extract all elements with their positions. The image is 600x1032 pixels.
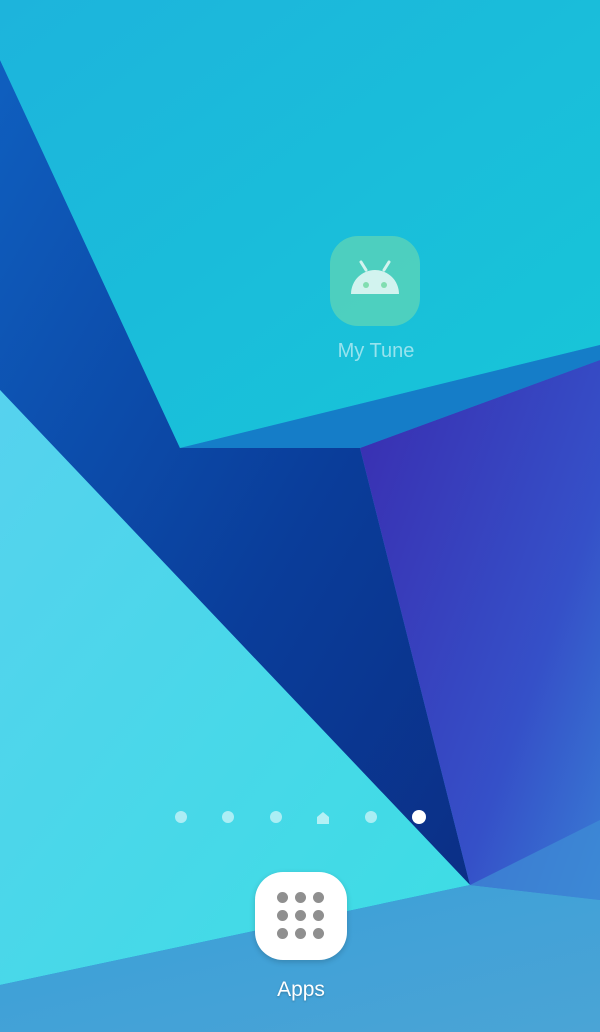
- page-dot-6-active[interactable]: [412, 810, 426, 824]
- page-dot-1[interactable]: [175, 811, 187, 823]
- page-dot-3[interactable]: [270, 811, 282, 823]
- apps-tile: [255, 872, 347, 960]
- home-page-icon[interactable]: [316, 811, 329, 824]
- page-dot-2[interactable]: [222, 811, 234, 823]
- page-indicator: [170, 806, 432, 828]
- apps-label: Apps: [277, 978, 325, 1001]
- page-dot-5[interactable]: [365, 811, 377, 823]
- home-screen: My Tune Apps: [0, 0, 600, 1032]
- app-grid-icon: [277, 892, 325, 940]
- my-tune-label: My Tune: [337, 340, 415, 362]
- android-robot-icon: [351, 260, 399, 294]
- apps-button[interactable]: Apps: [254, 872, 348, 1012]
- my-tune-shortcut[interactable]: My Tune: [324, 232, 428, 368]
- my-tune-tile: [330, 236, 420, 326]
